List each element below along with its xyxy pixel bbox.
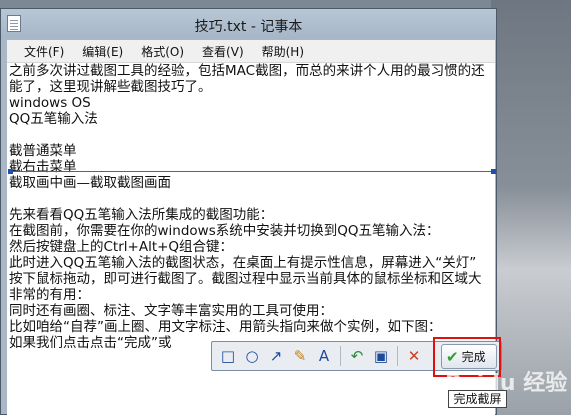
menu-bar: 文件(F) 编辑(E) 格式(O) 查看(V) 帮助(H) — [7, 40, 495, 62]
selection-handle[interactable] — [491, 169, 496, 174]
ellipse-icon[interactable]: ○ — [242, 346, 262, 366]
text-line: 同时还有画圈、标注、文字等丰富实用的工具可使用： — [9, 303, 333, 319]
toolbar-separator — [397, 346, 398, 366]
rectangle-icon[interactable]: □ — [218, 346, 238, 366]
save-icon[interactable]: ▣ — [371, 346, 391, 366]
text-line: 然后按键盘上的Ctrl+Alt+Q组合键： — [9, 239, 234, 255]
selection-edge — [10, 171, 493, 172]
tooltip: 完成截屏 — [448, 390, 507, 408]
toolbar-separator — [340, 346, 341, 366]
desktop-background — [491, 0, 571, 415]
menu-file[interactable]: 文件(F) — [21, 43, 67, 60]
arrow-icon[interactable]: ↗ — [266, 346, 286, 366]
text-line: 此时进入QQ五笔输入法的截图状态，在桌面上有提示性信息，屏幕进入“关灯” — [9, 255, 477, 271]
text-line: QQ五笔输入法 — [9, 111, 98, 127]
text-line: 之前多次讲过截图工具的经验，包括MAC截图，而总的来讲个人用的最习惯的还 — [9, 63, 485, 79]
cancel-icon[interactable]: ✕ — [404, 346, 424, 366]
menu-edit[interactable]: 编辑(E) — [79, 43, 126, 60]
text-icon[interactable]: A — [314, 346, 334, 366]
text-line: 能了，这里现讲解些截图技巧了。 — [9, 79, 212, 95]
text-line: 按下鼠标拖动，即可进行截图了。截图过程中显示当前具体的鼠标坐标和区域大 — [9, 271, 482, 287]
menu-help[interactable]: 帮助(H) — [259, 43, 307, 60]
text-line — [7, 191, 495, 207]
undo-icon[interactable]: ↶ — [347, 346, 367, 366]
text-line: windows OS — [9, 95, 91, 111]
title-bar[interactable]: 技巧.txt - 记事本 — [1, 9, 496, 39]
text-line: 非常的有用： — [9, 287, 90, 303]
brush-icon[interactable]: ✎ — [290, 346, 310, 366]
menu-view[interactable]: 查看(V) — [199, 43, 247, 60]
text-line: 截普通菜单 — [9, 143, 77, 159]
text-line — [7, 127, 495, 143]
text-line: 先来看看QQ五笔输入法所集成的截图功能： — [9, 207, 274, 223]
text-line: 截取画中画—截取截图画面 — [9, 175, 171, 191]
text-line: 在截图前，你需要在你的windows系统中安装并切换到QQ五笔输入法： — [9, 223, 440, 239]
menu-format[interactable]: 格式(O) — [138, 43, 187, 60]
text-line: 截右击菜单 — [9, 159, 77, 175]
text-line: 比如咱给“自荐”画上圈、用文字标注、用箭头指向来做个实例，如下图： — [9, 319, 442, 335]
selection-handle[interactable] — [8, 169, 13, 174]
window-title: 技巧.txt - 记事本 — [194, 19, 303, 35]
